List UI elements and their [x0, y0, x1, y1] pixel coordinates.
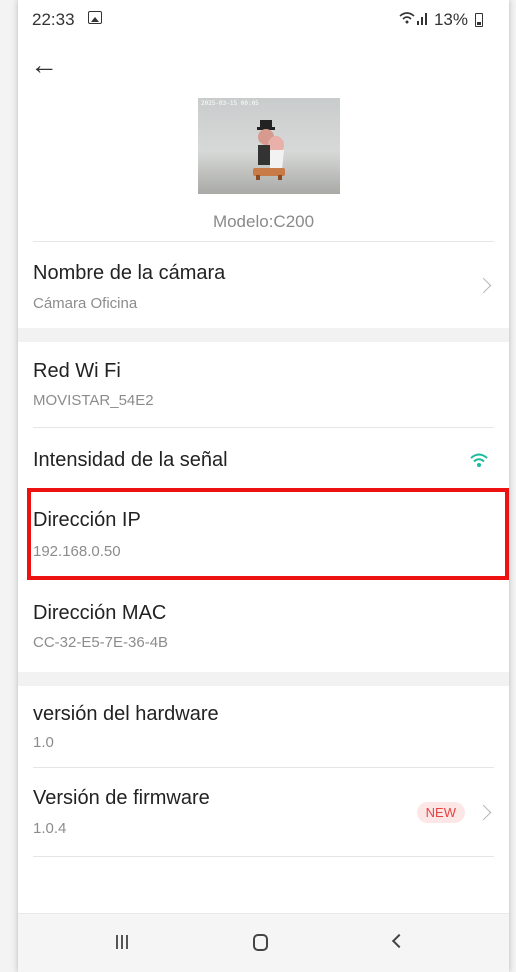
- camera-name-value: Cámara Oficina: [33, 295, 138, 312]
- firmware-version-row[interactable]: Versión de firmware 1.0.4 NEW: [18, 768, 509, 856]
- camera-thumbnail: 2025-03-15 00:05: [198, 98, 340, 194]
- wifi-network-value: MOVISTAR_54E2: [33, 392, 154, 409]
- figurine-image: [253, 120, 285, 180]
- device-info-screen: 22:33 13% ← 2025-03-15 00:05 Modelo:C200…: [18, 0, 509, 972]
- mac-address-value: CC-32-E5-7E-36-4B: [33, 634, 169, 651]
- home-icon[interactable]: [253, 934, 268, 951]
- hardware-version-value: 1.0: [33, 734, 54, 751]
- wifi-signal-icon: [398, 10, 430, 30]
- divider: [33, 856, 494, 857]
- hardware-version-row: versión del hardware 1.0: [18, 686, 509, 768]
- wifi-strength-icon: [470, 453, 488, 467]
- firmware-version-title: Versión de firmware: [33, 787, 210, 809]
- recent-apps-icon[interactable]: [116, 935, 132, 951]
- ip-highlight-box: [27, 488, 509, 580]
- section-gap: [18, 328, 509, 342]
- signal-strength-row: Intensidad de la señal: [18, 428, 509, 488]
- battery-percent: 13%: [433, 10, 468, 29]
- nav-back-icon[interactable]: [391, 933, 407, 949]
- hardware-version-title: versión del hardware: [33, 703, 219, 725]
- camera-name-row[interactable]: Nombre de la cámara Cámara Oficina: [18, 242, 509, 327]
- chevron-right-icon: [475, 277, 492, 294]
- signal-strength-title: Intensidad de la señal: [33, 449, 228, 471]
- system-nav-bar: [18, 913, 509, 972]
- camera-model: Modelo:C200: [212, 212, 315, 231]
- image-notification-icon: [88, 11, 102, 24]
- camera-name-title: Nombre de la cámara: [33, 262, 226, 284]
- mac-address-row: Dirección MAC CC-32-E5-7E-36-4B: [18, 582, 509, 666]
- status-bar: 22:33 13%: [18, 0, 509, 36]
- back-arrow-icon[interactable]: ←: [30, 50, 60, 80]
- status-time: 22:33: [32, 10, 75, 29]
- section-gap: [18, 672, 509, 686]
- mac-address-title: Dirección MAC: [33, 602, 167, 624]
- firmware-version-value: 1.0.4: [33, 820, 67, 837]
- battery-icon: [475, 13, 483, 27]
- wifi-network-row: Red Wi Fi MOVISTAR_54E2: [18, 342, 509, 426]
- wifi-network-title: Red Wi Fi: [33, 360, 121, 382]
- new-badge: NEW: [416, 802, 465, 823]
- status-right: 13%: [398, 10, 483, 30]
- thumbnail-timestamp: 2025-03-15 00:05: [201, 100, 259, 107]
- chevron-right-icon: [475, 804, 492, 821]
